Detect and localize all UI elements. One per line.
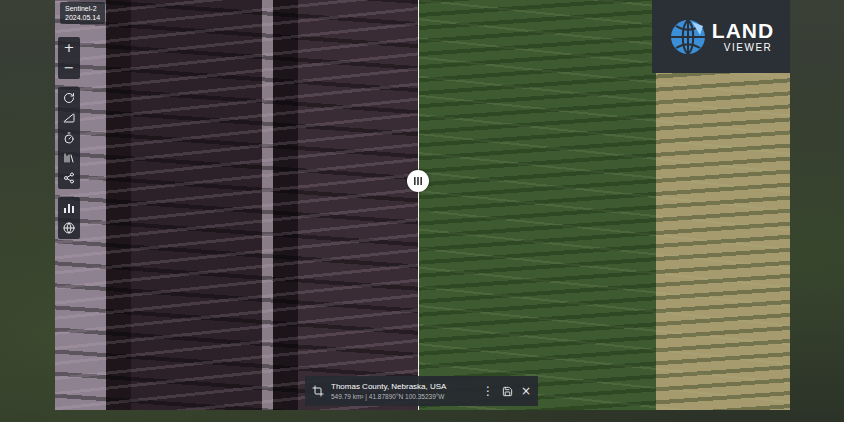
- location-bar: Thomas County, Nebraska, USA549.79 km² |…: [305, 376, 538, 406]
- zoom-in-button[interactable]: +: [60, 39, 78, 57]
- ruler-icon: [63, 112, 75, 124]
- scene-label: Sentinel-22024.05.14: [60, 2, 105, 24]
- chart-button[interactable]: [60, 199, 78, 217]
- left-scene-image: [55, 0, 418, 410]
- zoom-out-button[interactable]: −: [60, 59, 78, 77]
- location-name: Thomas County, Nebraska, USA: [331, 381, 475, 392]
- close-button[interactable]: ×: [520, 384, 532, 398]
- library-icon: [63, 152, 75, 164]
- crop-icon: [312, 385, 324, 397]
- logo-text: LANDVIEWER: [712, 20, 774, 54]
- more-button[interactable]: ⋮: [481, 384, 495, 398]
- scene-date: 2024.05.14: [65, 13, 100, 22]
- page: Sentinel-22024.05.14+−LANDVIEWERThomas C…: [0, 0, 844, 422]
- library-button[interactable]: [60, 149, 78, 167]
- logo-main-text: LAND: [712, 20, 774, 42]
- share-icon: [63, 172, 75, 184]
- chart-icon: [63, 202, 75, 214]
- location-info: Thomas County, Nebraska, USA549.79 km² |…: [331, 381, 475, 401]
- map-toolbar: +−: [58, 37, 80, 239]
- split-handle[interactable]: [407, 170, 429, 192]
- analysis-group: [58, 197, 80, 239]
- zoom-group: +−: [58, 37, 80, 79]
- map-compare[interactable]: Sentinel-22024.05.14+−LANDVIEWERThomas C…: [55, 0, 790, 410]
- grip-icon: [413, 176, 423, 186]
- logo-sub-text: VIEWER: [712, 42, 774, 54]
- save-button[interactable]: [501, 386, 514, 397]
- rotate-icon: [63, 92, 75, 104]
- scene-sensor: Sentinel-2: [65, 4, 100, 13]
- save-icon: [502, 386, 513, 397]
- timelapse-button[interactable]: [60, 129, 78, 147]
- globe-icon: [63, 222, 75, 234]
- share-button[interactable]: [60, 169, 78, 187]
- rotate-button[interactable]: [60, 89, 78, 107]
- measure-button[interactable]: [60, 109, 78, 127]
- globe-logo-icon: [668, 17, 708, 57]
- globe-button[interactable]: [60, 219, 78, 237]
- location-details: 549.79 km² | 41.87890°N 100.35239°W: [331, 392, 475, 401]
- crop-button[interactable]: [311, 385, 325, 397]
- tools-group: [58, 87, 80, 189]
- landviewer-logo: LANDVIEWER: [652, 0, 790, 73]
- timer-icon: [63, 132, 75, 144]
